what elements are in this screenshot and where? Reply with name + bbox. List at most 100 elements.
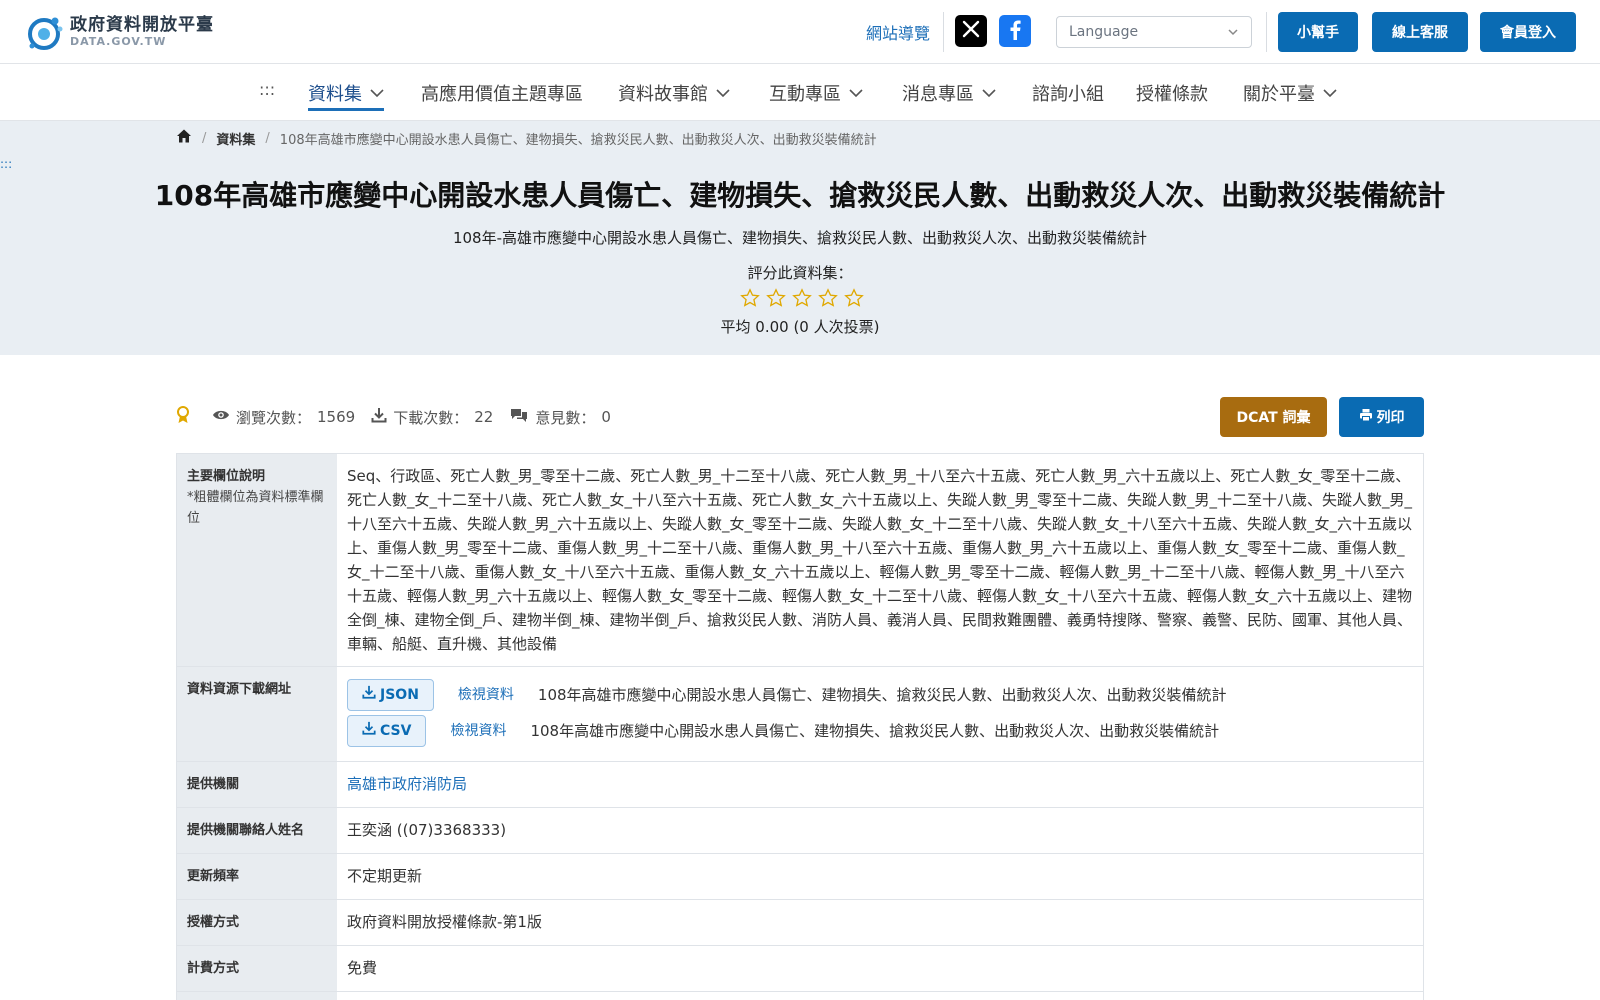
- download-icon: [362, 683, 376, 707]
- download-icon: [371, 407, 393, 427]
- download-csv-button[interactable]: CSV: [347, 715, 427, 747]
- nav-item-high-value-topics[interactable]: 高應用價值主題專區: [421, 64, 583, 121]
- contact-value: 王奕涵 ((07)3368333): [347, 821, 507, 839]
- star-icon[interactable]: [792, 288, 812, 308]
- language-select[interactable]: Language: [1056, 16, 1252, 48]
- content-accesskey[interactable]: :::: [0, 157, 12, 171]
- fields-label: 主要欄位說明: [187, 469, 266, 484]
- nav-item-label: 高應用價值主題專區: [421, 83, 583, 105]
- nav-item-about[interactable]: 關於平臺: [1243, 64, 1337, 121]
- language-select-placeholder: Language: [1069, 24, 1139, 40]
- table-row: 更新頻率 不定期更新: [177, 854, 1423, 900]
- table-header-cell: 主要欄位說明 *粗體欄位為資料標準欄位: [177, 454, 337, 666]
- comments-stat: 意見數： 0: [509, 407, 611, 428]
- chevron-down-icon: [1323, 82, 1337, 103]
- chevron-down-icon: [982, 82, 996, 103]
- helper-button[interactable]: 小幫手: [1278, 12, 1358, 52]
- nav-item-label: 資料集: [308, 83, 362, 105]
- dataset-subtitle: 108年-高雄市應變中心開設水患人員傷亡、建物損失、搶救災民人數、出動救災人次、…: [452, 229, 1148, 247]
- table-row: 資料資源下載網址 JSON 檢視資料 108年高雄市應變中心開設水患人員傷亡、建…: [177, 667, 1423, 762]
- resource-name: 108年高雄市應變中心開設水患人員傷亡、建物損失、搶救災民人數、出動救災人次、出…: [530, 722, 1220, 740]
- rating-average: 平均 0.00 (0 人次投票): [720, 318, 880, 336]
- table-cell: [337, 992, 1423, 1000]
- chevron-down-icon: [370, 82, 384, 103]
- nav-item-label: 資料故事館: [618, 83, 708, 105]
- license-value: 政府資料開放授權條款-第1版: [347, 913, 542, 931]
- breadcrumb-datasets-link[interactable]: 資料集: [216, 129, 255, 148]
- breadcrumb-separator: /: [265, 130, 270, 146]
- provider-link[interactable]: 高雄市政府消防局: [347, 775, 467, 793]
- nav-item-news[interactable]: 消息專區: [902, 64, 996, 121]
- top-header: 政府資料開放平臺 DATA.GOV.TW 網站導覽 Language 小幫手 線…: [0, 0, 1600, 64]
- frequency-value: 不定期更新: [347, 867, 423, 885]
- frequency-label: 更新頻率: [177, 854, 337, 899]
- license-label: 授權方式: [177, 900, 337, 945]
- star-icon[interactable]: [818, 288, 838, 308]
- downloads-count: 22: [474, 408, 494, 426]
- resources-cell: JSON 檢視資料 108年高雄市應變中心開設水患人員傷亡、建物損失、搶救災民人…: [337, 667, 1423, 761]
- star-icon[interactable]: [740, 288, 760, 308]
- x-logo-icon: [961, 19, 981, 43]
- table-row: 主要欄位說明 *粗體欄位為資料標準欄位 Seq、行政區、死亡人數_男_零至十二歲…: [177, 454, 1423, 667]
- logo-subtitle: DATA.GOV.TW: [70, 35, 167, 48]
- print-button[interactable]: 列印: [1339, 397, 1424, 437]
- download-icon: [362, 719, 376, 743]
- star-icon[interactable]: [844, 288, 864, 308]
- fee-label: 計費方式: [177, 946, 337, 991]
- printer-icon: [1359, 408, 1373, 426]
- logo-title: 政府資料開放平臺: [70, 15, 214, 35]
- resource-format: JSON: [380, 687, 419, 703]
- table-row: 提供機關 高雄市政府消防局: [177, 762, 1423, 808]
- nav-item-label: 授權條款: [1136, 83, 1208, 105]
- page-title: 108年高雄市應變中心開設水患人員傷亡、建物損失、搶救災民人數、出動救災人次、出…: [154, 179, 1446, 212]
- table-row: 計費方式 免費: [177, 946, 1423, 992]
- site-logo[interactable]: 政府資料開放平臺 DATA.GOV.TW: [24, 12, 214, 52]
- views-count: 1569: [317, 408, 356, 426]
- resource-name: 108年高雄市應變中心開設水患人員傷亡、建物損失、搶救災民人數、出動救災人次、出…: [537, 686, 1227, 704]
- sitemap-link[interactable]: 網站導覽: [866, 20, 930, 44]
- nav-item-data-stories[interactable]: 資料故事館: [618, 64, 730, 121]
- facebook-logo-icon: [1005, 18, 1025, 44]
- comments-count: 0: [601, 408, 611, 426]
- fields-value: Seq、行政區、死亡人數_男_零至十二歲、死亡人數_男_十二至十八歲、死亡人數_…: [347, 467, 1413, 653]
- chevron-down-icon: [1227, 25, 1239, 43]
- nav-item-interactive[interactable]: 互動專區: [769, 64, 863, 121]
- view-data-link[interactable]: 檢視資料: [458, 683, 514, 707]
- nav-item-datasets[interactable]: 資料集: [308, 64, 384, 121]
- home-icon[interactable]: [176, 128, 192, 148]
- nav-item-advisory[interactable]: 諮詢小組: [1032, 64, 1104, 121]
- member-login-button[interactable]: 會員登入: [1480, 12, 1576, 52]
- contact-label: 提供機關聯絡人姓名: [177, 808, 337, 853]
- comments-icon: [509, 407, 535, 427]
- dataset-hero: / 資料集 / 108年高雄市應變中心開設水患人員傷亡、建物損失、搶救災民人數、…: [0, 121, 1600, 355]
- header-divider: [943, 12, 944, 52]
- provider-label: 提供機關: [177, 762, 337, 807]
- views-label: 瀏覽次數：: [236, 408, 312, 427]
- online-service-button[interactable]: 線上客服: [1372, 12, 1468, 52]
- resources-label: 資料資源下載網址: [177, 667, 337, 761]
- resource-item: JSON 檢視資料 108年高雄市應變中心開設水患人員傷亡、建物損失、搶救災民人…: [347, 679, 1413, 711]
- star-icon[interactable]: [766, 288, 786, 308]
- resource-item: CSV 檢視資料 108年高雄市應變中心開設水患人員傷亡、建物損失、搶救災民人數…: [347, 715, 1413, 747]
- fields-note: *粗體欄位為資料標準欄位: [187, 490, 324, 526]
- table-row: 授權方式 政府資料開放授權條款-第1版: [177, 900, 1423, 946]
- facebook-share-button[interactable]: [999, 15, 1031, 47]
- breadcrumb-separator: /: [202, 130, 207, 146]
- x-twitter-share-button[interactable]: [955, 15, 987, 47]
- nav-item-license[interactable]: 授權條款: [1136, 64, 1208, 121]
- download-json-button[interactable]: JSON: [347, 679, 434, 711]
- nav-item-label: 消息專區: [902, 83, 974, 105]
- nav-item-label: 諮詢小組: [1032, 83, 1104, 105]
- nav-accesskey[interactable]: :::: [259, 80, 275, 99]
- award-badge: [176, 406, 196, 428]
- chevron-down-icon: [849, 82, 863, 103]
- dcat-vocabulary-button[interactable]: DCAT 詞彙: [1220, 397, 1327, 437]
- comments-label: 意見數：: [535, 408, 596, 427]
- header-divider: [1266, 12, 1267, 52]
- view-data-link[interactable]: 檢視資料: [450, 719, 506, 743]
- table-row: 提供機關聯絡人姓名 王奕涵 ((07)3368333): [177, 808, 1423, 854]
- chevron-down-icon: [716, 82, 730, 103]
- views-stat: 瀏覽次數： 1569: [212, 407, 355, 428]
- eye-icon: [212, 408, 236, 426]
- fee-value: 免費: [347, 959, 378, 977]
